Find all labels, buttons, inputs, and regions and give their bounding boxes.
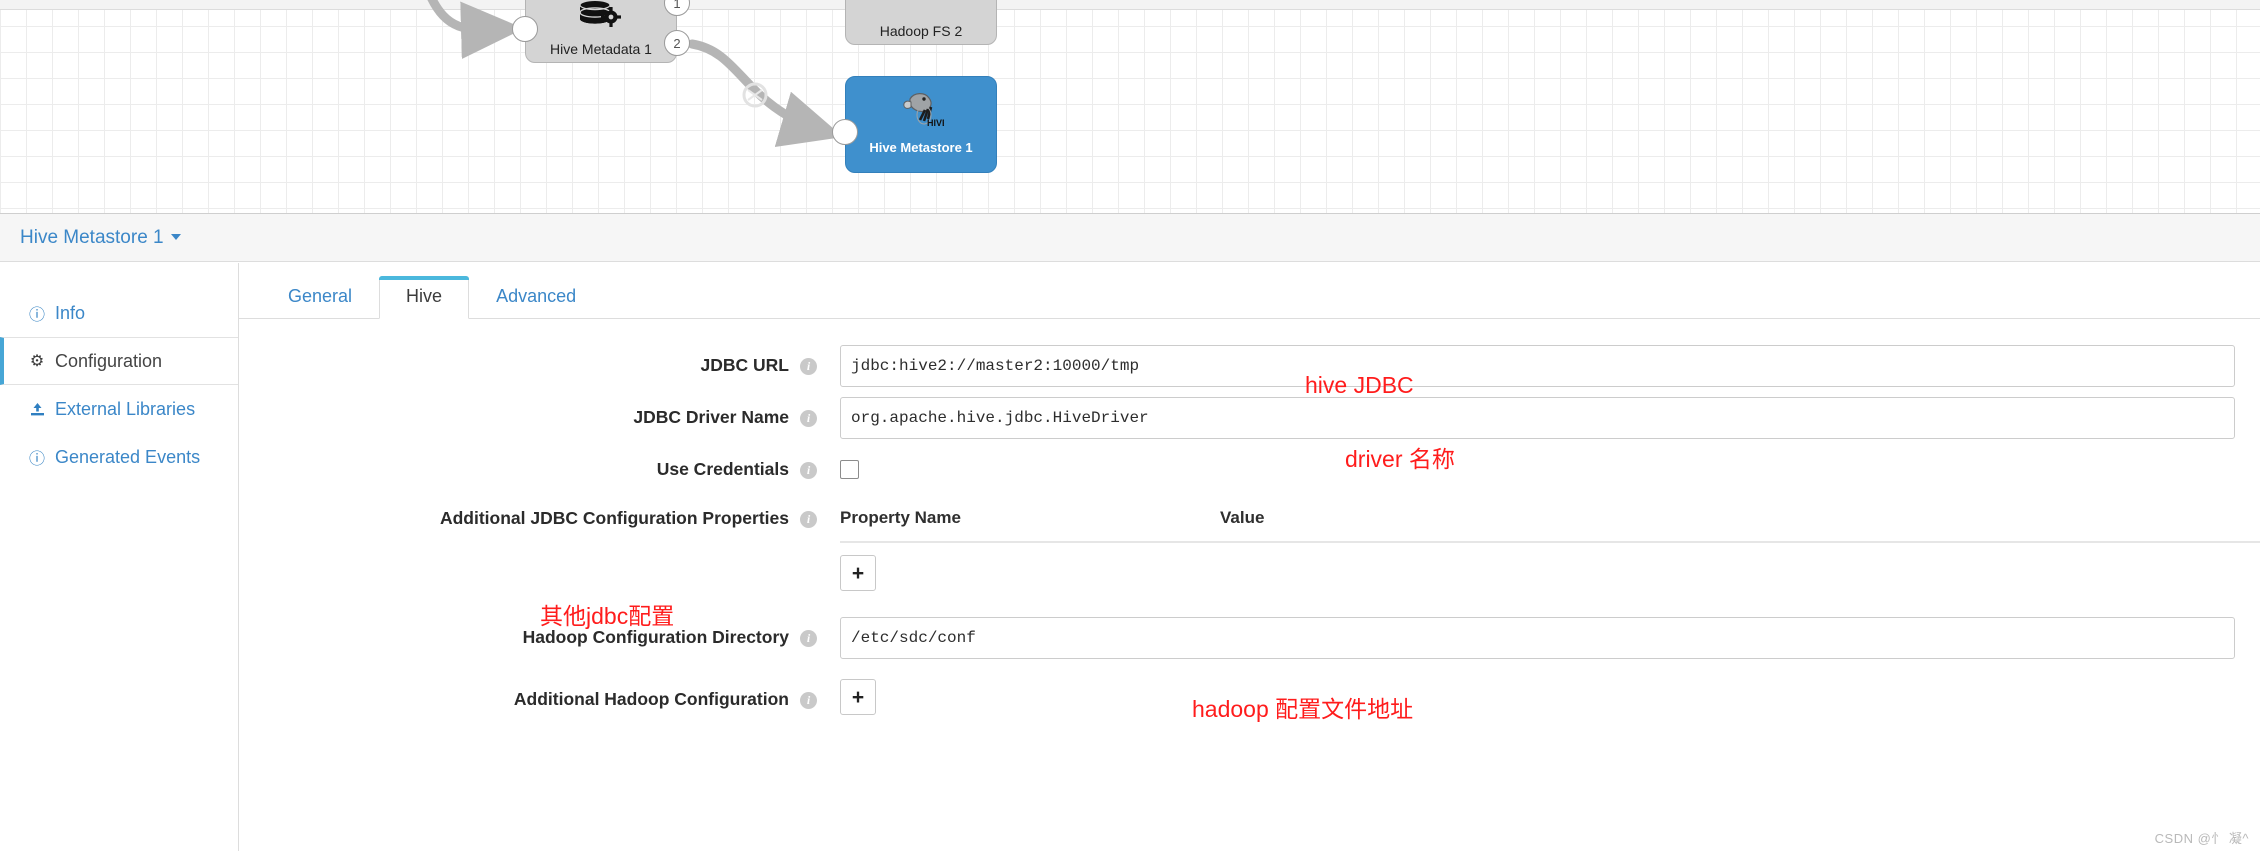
sidebar-item-label: Generated Events xyxy=(55,446,201,467)
additional-hadoop-label-text: Additional Hadoop Configuration xyxy=(513,689,789,709)
table-divider xyxy=(840,541,2260,543)
jdbc-url-label: JDBC URL i xyxy=(239,345,817,376)
canvas-node-hive-metastore[interactable]: HIVE Hive Metastore 1 xyxy=(845,76,997,173)
additional-jdbc-control: Property Name Value + Switch to bulk edi… xyxy=(840,498,2260,591)
info-icon[interactable]: i xyxy=(800,410,817,427)
info-icon[interactable]: i xyxy=(800,358,817,375)
svg-text:HIVE: HIVE xyxy=(927,118,944,128)
gear-icon: ⚙ xyxy=(29,353,45,370)
info-icon[interactable]: i xyxy=(800,630,817,647)
add-jdbc-property-button[interactable]: + xyxy=(840,555,876,591)
database-gear-icon xyxy=(578,0,624,39)
connection-wires xyxy=(427,0,844,147)
use-credentials-control xyxy=(840,449,2260,479)
breadcrumb-title-text: Hive Metastore 1 xyxy=(20,226,164,248)
additional-jdbc-label: Additional JDBC Configuration Properties… xyxy=(239,498,817,529)
canvas-node-hadoop-fs2[interactable]: Hadoop FS 2 xyxy=(845,0,997,45)
chevron-down-icon xyxy=(170,233,181,240)
jdbc-driver-name-label-text: JDBC Driver Name xyxy=(633,407,789,427)
additional-hadoop-label: Additional Hadoop Configuration i xyxy=(239,679,817,710)
use-credentials-checkbox[interactable] xyxy=(840,460,859,479)
breadcrumb-title[interactable]: Hive Metastore 1 xyxy=(20,227,181,249)
column-header-value: Value xyxy=(1220,508,1265,527)
info-icon: ⓘ xyxy=(28,307,45,324)
hive-config-form: JDBC URL i JDBC Driver Name i xyxy=(239,319,2260,753)
sidebar-item-label: Info xyxy=(55,302,86,323)
form-row-jdbc-url: JDBC URL i xyxy=(239,345,2260,387)
hive-bee-icon: HIVE xyxy=(898,89,948,134)
jdbc-driver-name-label: JDBC Driver Name i xyxy=(239,397,817,428)
detail-sidebar: ⓘ Info ⚙ Configuration External Librarie… xyxy=(0,263,239,851)
detail-pane: ⓘ Info ⚙ Configuration External Librarie… xyxy=(0,263,2260,851)
info-icon[interactable]: i xyxy=(800,692,817,709)
info-icon: ⓘ xyxy=(28,451,45,468)
info-icon[interactable]: i xyxy=(800,462,817,479)
jdbc-driver-name-control xyxy=(840,397,2260,439)
application-root: Hive Metadata 1 1 2 Hadoop FS 2 HIVE Hiv… xyxy=(0,0,2260,851)
watermark: CSDN @忄 凝^ xyxy=(2154,831,2249,846)
canvas-node-hive-metadata[interactable]: Hive Metadata 1 xyxy=(525,0,677,63)
node-label: Hive Metastore 1 xyxy=(869,140,973,155)
additional-jdbc-label-text: Additional JDBC Configuration Properties xyxy=(439,508,789,528)
form-row-use-credentials: Use Credentials i xyxy=(239,449,2260,480)
sidebar-item-external-libraries[interactable]: External Libraries xyxy=(0,385,238,433)
additional-jdbc-table-header: Property Name Value xyxy=(840,498,2260,528)
hadoop-conf-dir-control xyxy=(840,617,2260,659)
sidebar-item-generated-events[interactable]: ⓘ Generated Events xyxy=(0,433,238,481)
sidebar-item-configuration[interactable]: ⚙ Configuration xyxy=(0,337,238,385)
jdbc-url-input[interactable] xyxy=(840,345,2235,387)
use-credentials-label-text: Use Credentials xyxy=(656,459,789,479)
configuration-panel: General Hive Advanced JDBC URL i jdbc:hi… xyxy=(239,263,2260,851)
add-hadoop-config-button[interactable]: + xyxy=(840,679,876,715)
tab-bar: General Hive Advanced xyxy=(239,263,2260,319)
form-row-additional-jdbc: Additional JDBC Configuration Properties… xyxy=(239,498,2260,591)
node-input-port[interactable] xyxy=(832,119,858,145)
node-input-port[interactable] xyxy=(512,16,538,42)
jdbc-driver-name-input[interactable] xyxy=(840,397,2235,439)
node-output-port-2[interactable]: 2 xyxy=(664,30,690,56)
hadoop-conf-dir-label-text: Hadoop Configuration Directory xyxy=(522,627,789,647)
node-label: Hadoop FS 2 xyxy=(879,23,963,39)
tab-hive[interactable]: Hive xyxy=(379,276,470,319)
form-row-hadoop-conf-dir: Hadoop Configuration Directory i xyxy=(239,617,2260,659)
jdbc-url-control xyxy=(840,345,2260,387)
hadoop-conf-dir-label: Hadoop Configuration Directory i xyxy=(239,617,817,648)
form-row-additional-hadoop: Additional Hadoop Configuration i + Switc… xyxy=(239,679,2260,753)
additional-hadoop-control: + Switch to bulk edit mode xyxy=(840,679,2260,753)
column-header-property-name: Property Name xyxy=(840,508,961,527)
pipeline-canvas[interactable]: Hive Metadata 1 1 2 Hadoop FS 2 HIVE Hiv… xyxy=(0,0,2260,214)
tab-advanced[interactable]: Advanced xyxy=(469,276,603,319)
info-icon[interactable]: i xyxy=(800,511,817,528)
jdbc-url-label-text: JDBC URL xyxy=(700,355,789,375)
form-row-jdbc-driver-name: JDBC Driver Name i xyxy=(239,397,2260,439)
sidebar-item-info[interactable]: ⓘ Info xyxy=(0,289,238,337)
tab-general[interactable]: General xyxy=(261,276,379,319)
upload-icon xyxy=(28,402,46,417)
use-credentials-label: Use Credentials i xyxy=(239,449,817,480)
hadoop-conf-dir-input[interactable] xyxy=(840,617,2235,659)
breadcrumb: Hive Metastore 1 xyxy=(0,214,2260,262)
sidebar-item-label: External Libraries xyxy=(55,398,196,419)
node-label: Hive Metadata 1 xyxy=(550,41,652,57)
sidebar-item-label: Configuration xyxy=(55,350,163,371)
